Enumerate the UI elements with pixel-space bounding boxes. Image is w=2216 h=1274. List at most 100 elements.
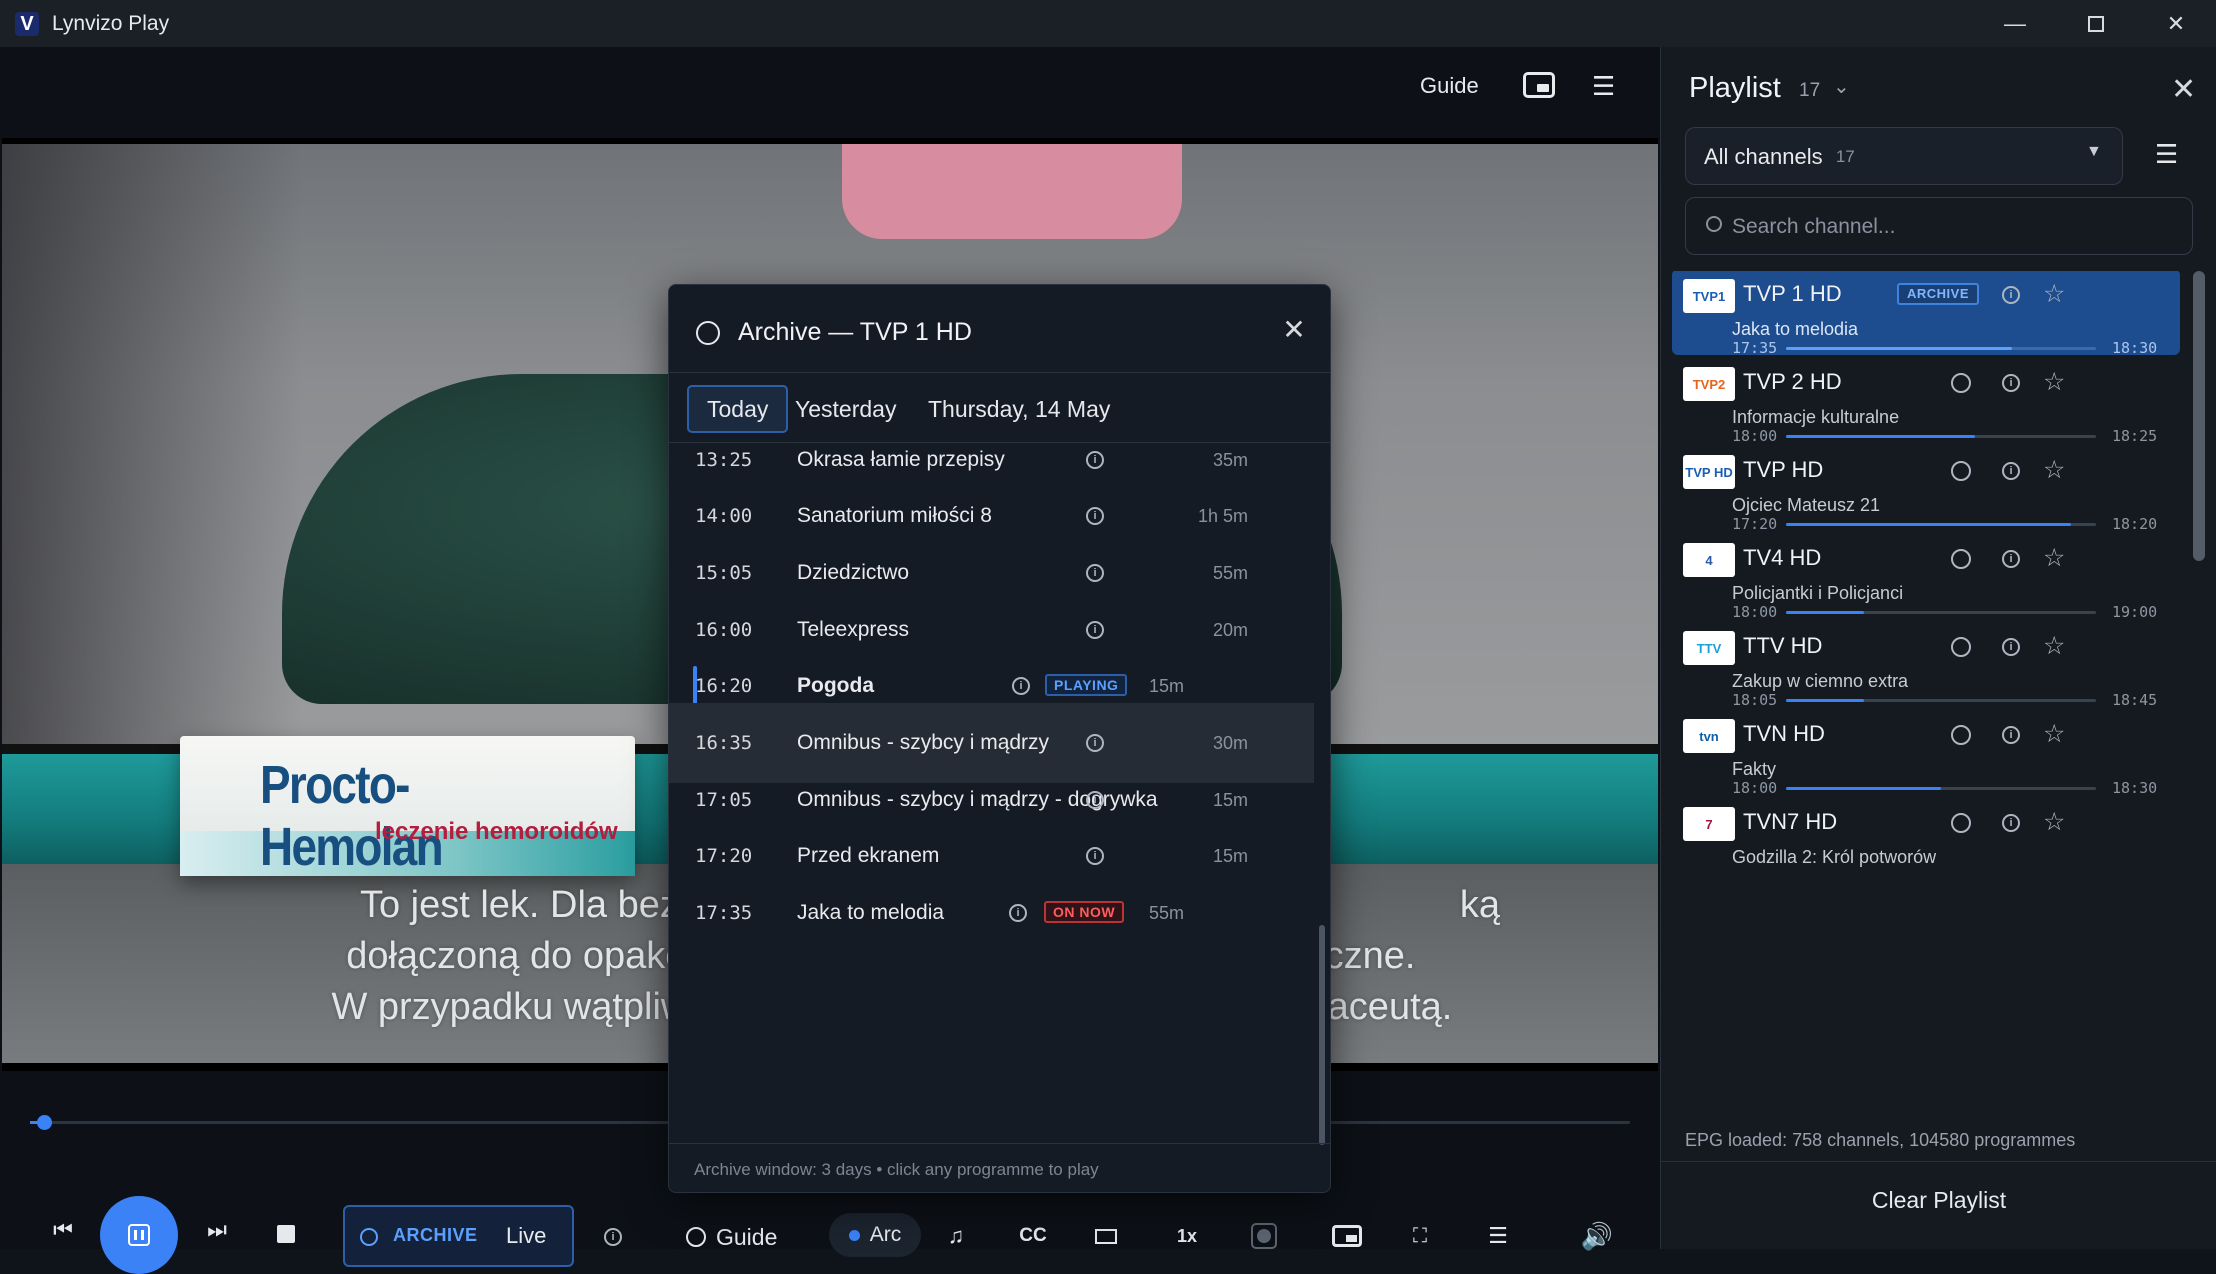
- picture-in-picture-icon[interactable]: [1330, 1219, 1364, 1253]
- tab-thursday[interactable]: Thursday, 14 May: [910, 385, 1128, 433]
- seek-handle[interactable]: [37, 1115, 52, 1130]
- close-icon[interactable]: ✕: [2171, 72, 2196, 107]
- speed-button[interactable]: 1x: [1172, 1219, 1202, 1253]
- clear-playlist-button[interactable]: Clear Playlist: [1661, 1187, 2216, 1214]
- star-icon[interactable]: ☆: [2043, 279, 2065, 309]
- info-icon[interactable]: i: [2002, 726, 2020, 744]
- info-icon[interactable]: i: [1086, 507, 1104, 525]
- playlist-title: Playlist: [1689, 72, 1781, 104]
- picture-in-picture-icon[interactable]: [1523, 72, 1555, 98]
- tab-today[interactable]: Today: [687, 385, 789, 433]
- search-icon: [1706, 216, 1722, 232]
- archive-clock-icon[interactable]: [1951, 637, 1971, 657]
- playing-badge: PLAYING: [1045, 674, 1128, 696]
- info-icon[interactable]: i: [2002, 374, 2020, 392]
- programme-progress-bar: [1786, 787, 2096, 790]
- archive-clock-icon[interactable]: [1951, 549, 1971, 569]
- maximize-icon[interactable]: [2056, 0, 2136, 47]
- channel-row[interactable]: TVP2 TVP 2 HD i ☆ Informacje kulturalne 18:00…: [1672, 357, 2180, 445]
- minimize-icon[interactable]: —: [1975, 0, 2055, 47]
- live-mode-label[interactable]: Live: [506, 1223, 546, 1249]
- pause-button[interactable]: [100, 1196, 178, 1274]
- programme-end-time: 18:45: [2112, 691, 2158, 709]
- archive-modal: Archive — TVP 1 HD ✕ Today Yesterday Thu…: [668, 284, 1331, 1193]
- star-icon[interactable]: ☆: [2043, 807, 2065, 837]
- channel-programme: Godzilla 2: Król potworów: [1732, 847, 1937, 867]
- info-icon[interactable]: i: [1009, 904, 1027, 922]
- channel-row[interactable]: tvn TVN HD i ☆ Fakty 18:00 18:30: [1672, 709, 2180, 797]
- channel-logo: TVP HD: [1683, 455, 1735, 489]
- info-icon[interactable]: i: [2002, 814, 2020, 832]
- channel-row[interactable]: 7 TVN7 HD i ☆ Godzilla 2: Król potworów: [1672, 797, 2180, 883]
- star-icon[interactable]: ☆: [2043, 543, 2065, 573]
- programme-start-time: 18:00: [1732, 779, 1778, 797]
- star-icon[interactable]: ☆: [2043, 631, 2065, 661]
- star-icon[interactable]: ☆: [2043, 719, 2065, 749]
- arc-button[interactable]: Arc: [829, 1213, 921, 1257]
- programme-progress-fill: [1786, 611, 1864, 614]
- info-icon[interactable]: i: [604, 1228, 622, 1246]
- skip-forward-icon[interactable]: ⏭: [202, 1215, 232, 1245]
- star-icon[interactable]: ☆: [2043, 455, 2065, 485]
- channel-programme: Policjantki i Policjanci: [1732, 583, 1904, 603]
- search-input[interactable]: [1732, 212, 2172, 242]
- info-icon[interactable]: i: [1086, 847, 1104, 865]
- fullscreen-icon[interactable]: ⛶: [1408, 1219, 1432, 1253]
- info-icon[interactable]: i: [1086, 564, 1104, 582]
- channel-row[interactable]: 4 TV4 HD i ☆ Policjantki i Policjanci 18:00 19…: [1672, 533, 2180, 621]
- channel-filter-label: All channels: [1704, 144, 1823, 169]
- menu-icon[interactable]: ☰: [2155, 139, 2178, 170]
- aspect-ratio-icon[interactable]: [1093, 1219, 1119, 1253]
- info-icon[interactable]: i: [1086, 734, 1104, 752]
- search-box[interactable]: [1685, 197, 2193, 255]
- music-note-icon[interactable]: ♫: [944, 1219, 968, 1253]
- chevron-down-icon[interactable]: ⌄: [1833, 74, 1850, 99]
- programme-end-time: 18:30: [2112, 779, 2158, 797]
- info-icon[interactable]: i: [2002, 286, 2020, 304]
- info-icon[interactable]: i: [2002, 638, 2020, 656]
- programme-list-scrollbar[interactable]: [1319, 925, 1325, 1145]
- guide-button[interactable]: Guide: [1420, 73, 1479, 99]
- archive-mode-label[interactable]: ARCHIVE: [393, 1225, 478, 1246]
- close-icon[interactable]: ✕: [1279, 315, 1309, 345]
- guide-button-bottom[interactable]: Guide: [686, 1222, 777, 1252]
- channel-list-scrollbar[interactable]: [2193, 271, 2205, 561]
- channel-row[interactable]: TTV TTV HD i ☆ Zakup w ciemno extra 18:05 18:4…: [1672, 621, 2180, 709]
- channel-filter-select[interactable]: All channels · 17 ▼: [1685, 127, 2123, 185]
- programme-progress-fill: [1786, 787, 1941, 790]
- channel-row[interactable]: TVP1 TVP 1 HD ARCHIVE i ☆ Jaka to melodia 17:3…: [1672, 271, 2180, 357]
- channel-name: TVN7 HD: [1743, 809, 1838, 834]
- tab-yesterday[interactable]: Yesterday: [777, 385, 914, 433]
- programme-row[interactable]: 17:35 Jaka to melodia 55m i ON NOW: [669, 873, 1314, 953]
- player-area: Guide ☰ Procto-Hemolan leczenie hemoroid…: [0, 47, 1660, 1274]
- info-icon[interactable]: i: [2002, 550, 2020, 568]
- guide-label: Guide: [716, 1223, 778, 1250]
- programme-title: Jaka to melodia: [797, 901, 945, 924]
- archive-clock-icon[interactable]: [1951, 813, 1971, 833]
- menu-icon[interactable]: ☰: [1486, 1219, 1510, 1253]
- skip-back-icon[interactable]: ⏮: [48, 1215, 78, 1245]
- programme-progress-fill: [1786, 523, 2072, 526]
- channel-name: TVP 1 HD: [1743, 281, 1842, 306]
- volume-icon[interactable]: 🔊: [1580, 1219, 1614, 1253]
- info-icon[interactable]: i: [1086, 621, 1104, 639]
- star-icon[interactable]: ☆: [2043, 367, 2065, 397]
- close-icon[interactable]: ✕: [2136, 0, 2216, 47]
- stop-icon[interactable]: [277, 1225, 295, 1243]
- archive-live-toggle[interactable]: ARCHIVE Live: [343, 1205, 574, 1267]
- info-icon[interactable]: i: [1086, 451, 1104, 469]
- archive-clock-icon[interactable]: [1951, 461, 1971, 481]
- programme-end-time: 18:20: [2112, 515, 2158, 533]
- archive-clock-icon[interactable]: [1951, 725, 1971, 745]
- info-icon[interactable]: i: [2002, 462, 2020, 480]
- menu-icon[interactable]: ☰: [1592, 71, 1615, 102]
- archive-clock-icon[interactable]: [1951, 373, 1971, 393]
- programme-list: 13:25 Okrasa łamie przepisy 35m i 14:00 Sanat…: [669, 443, 1314, 1143]
- caret-down-icon: ▼: [2086, 143, 2102, 160]
- info-icon[interactable]: i: [1012, 677, 1030, 695]
- video-scene-shade: [2, 144, 302, 744]
- info-icon[interactable]: i: [1086, 791, 1104, 809]
- cc-button[interactable]: CC: [1016, 1219, 1050, 1253]
- channel-row[interactable]: TVP HD TVP HD i ☆ Ojciec Mateusz 21 17:20 18:2…: [1672, 445, 2180, 533]
- record-icon[interactable]: [1250, 1219, 1278, 1253]
